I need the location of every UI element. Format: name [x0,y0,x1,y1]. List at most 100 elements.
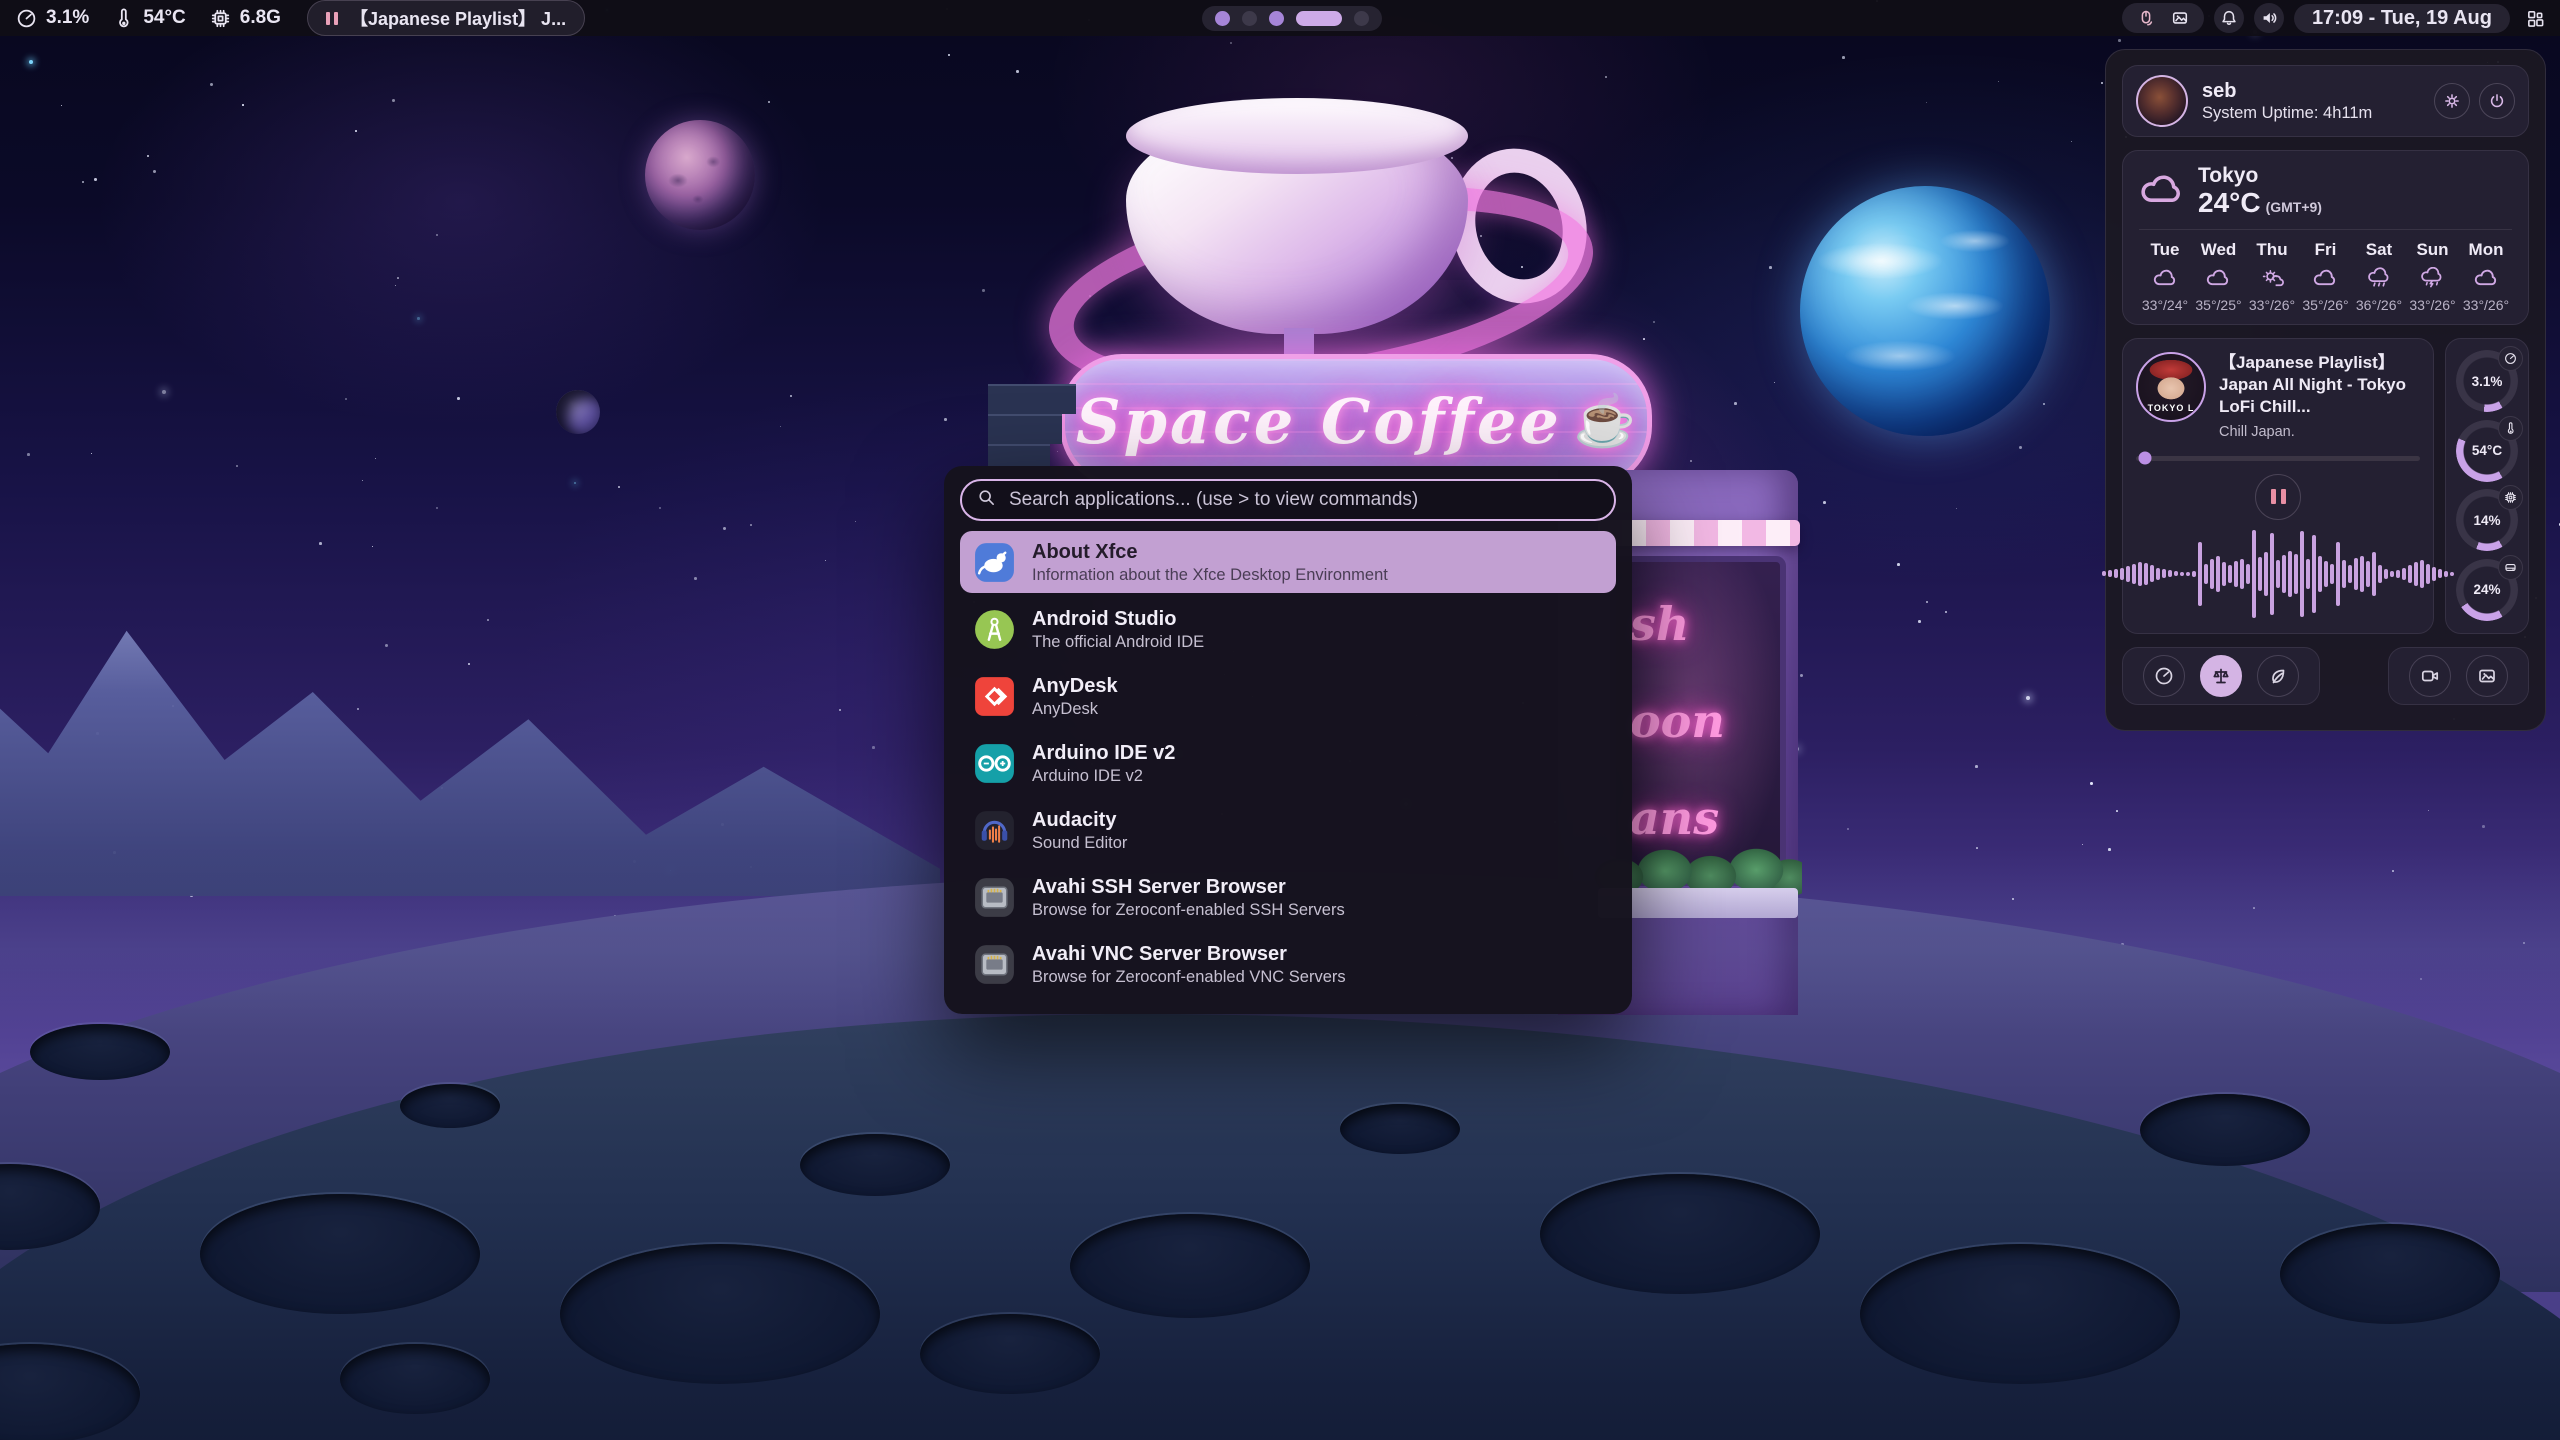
app-row[interactable]: Arduino IDE v2 Arduino IDE v2 [960,732,1616,794]
app-icon [972,540,1017,585]
app-description: Sound Editor [1032,833,1127,854]
app-row[interactable]: Audacity Sound Editor [960,799,1616,861]
gauge-icon [2498,416,2523,441]
forecast-weather-icon [2419,267,2446,290]
forecast-day: Thu 33°/26° [2246,240,2298,313]
visualizer-bar [2426,564,2430,584]
search-icon [977,488,996,512]
weather-widget: Tokyo 24°C(GMT+9) Tue 33°/24° Wed 35°/25… [2122,150,2529,325]
powersave-mode-icon[interactable] [2257,655,2299,697]
app-results-list: About Xfce Information about the Xfce De… [960,531,1616,995]
workspace-dot[interactable] [1215,11,1230,26]
pause-button[interactable] [2255,474,2301,520]
visualizer-bar [2438,569,2442,578]
notifications-bell-icon[interactable] [2214,3,2244,33]
power-icon[interactable] [2479,83,2515,119]
visualizer-bar [2126,566,2130,582]
gauge: 14% [2456,489,2518,551]
visualizer-bar [2192,571,2196,577]
visualizer-bar [2108,570,2112,577]
app-row[interactable]: About Xfce Information about the Xfce De… [960,531,1616,593]
visualizer-bar [2198,542,2202,606]
app-row[interactable]: Avahi SSH Server Browser Browse for Zero… [960,866,1616,928]
visualizer-bar [2240,559,2244,589]
progress-bar[interactable] [2136,456,2420,461]
visualizer-bar [2414,562,2418,586]
visualizer-bar [2162,569,2166,578]
gauge-icon [2498,555,2523,580]
kvm-tray-icon[interactable] [2137,9,2155,27]
small-planet [556,390,600,434]
visualizer-bar [2450,572,2454,576]
app-name: Audacity [1032,807,1127,833]
top-bar: 3.1% 54°C 6.8G 【Japanese Playlist】 J... [0,0,2560,36]
media-pill-label: 【Japanese Playlist】 J... [350,5,566,31]
app-name: Avahi SSH Server Browser [1032,874,1345,900]
app-description: Browse for Zeroconf-enabled VNC Servers [1032,967,1346,988]
app-row[interactable]: AnyDesk AnyDesk [960,665,1616,727]
coffee-cup-icon: ☕ [1574,392,1636,451]
app-row[interactable]: Android Studio The official Android IDE [960,598,1616,660]
visualizer-bar [2282,555,2286,593]
visualizer-bar [2150,565,2154,582]
media-tray-pill[interactable]: 【Japanese Playlist】 J... [307,0,585,36]
avatar[interactable] [2136,75,2188,127]
visualizer-bar [2330,564,2334,584]
workspace-dot[interactable] [1354,11,1369,26]
user-name: seb [2202,79,2372,104]
forecast-temps: 36°/26° [2356,297,2402,313]
audio-visualizer [2133,525,2423,623]
balanced-mode-icon[interactable] [2200,655,2242,697]
forecast-temps: 35°/26° [2302,297,2348,313]
visualizer-bar [2210,559,2214,589]
progress-handle[interactable] [2138,452,2151,465]
visualizer-bar [2348,565,2352,583]
app-description: AnyDesk [1032,699,1118,720]
screen-record-icon[interactable] [2409,655,2451,697]
visualizer-bar [2360,556,2364,592]
stat-icon [210,8,231,29]
app-description: Browse for Zeroconf-enabled SSH Servers [1032,900,1345,921]
forecast-temps: 35°/25° [2195,297,2241,313]
forecast-day: Tue 33°/24° [2139,240,2191,313]
system-uptime: System Uptime: 4h11m [2202,104,2372,123]
forecast-temps: 33°/26° [2463,297,2509,313]
forecast-temps: 33°/24° [2142,297,2188,313]
workspace-switcher[interactable] [1202,6,1382,31]
stat-value: 54°C [143,7,185,29]
workspace-dot[interactable] [1242,11,1257,26]
album-art[interactable]: TOKYO L [2136,352,2206,422]
screenshot-icon[interactable] [2466,655,2508,697]
visualizer-bar [2336,542,2340,606]
app-row[interactable]: Avahi VNC Server Browser Browse for Zero… [960,933,1616,995]
volume-icon[interactable] [2254,3,2284,33]
visualizer-bar [2258,557,2262,591]
search-bar[interactable] [960,479,1616,521]
workspace-dot[interactable] [1269,11,1284,26]
settings-gear-icon[interactable] [2434,83,2470,119]
workspace-dot[interactable] [1296,11,1342,26]
app-grid-icon[interactable] [2520,3,2550,33]
desktop: Space Coffee ☕ shoonans 3.1% 54°C 6.8G [0,0,2560,1440]
visualizer-bar [2372,552,2376,596]
app-icon [972,808,1017,853]
forecast-day: Fri 35°/26° [2300,240,2352,313]
forecast-day: Wed 35°/25° [2193,240,2245,313]
user-card: seb System Uptime: 4h11m [2122,65,2529,137]
app-launcher: About Xfce Information about the Xfce De… [944,466,1632,1014]
visualizer-bar [2270,533,2274,615]
performance-mode-icon[interactable] [2143,655,2185,697]
search-input[interactable] [1007,488,1599,512]
roof-steps [988,384,1076,474]
visualizer-bar [2222,562,2226,586]
visualizer-bar [2390,571,2394,577]
clock[interactable]: 17:09 - Tue, 19 Aug [2294,4,2510,33]
track-title: 【Japanese Playlist】 Japan All Night - To… [2219,352,2420,418]
screenshot-tray-icon[interactable] [2171,9,2189,27]
forecast-day-label: Fri [2315,240,2337,260]
app-description: Information about the Xfce Desktop Envir… [1032,565,1388,586]
app-icon [972,674,1017,719]
stat-value: 6.8G [240,7,281,29]
forecast-weather-icon [2473,267,2500,290]
capture-group [2388,647,2529,705]
